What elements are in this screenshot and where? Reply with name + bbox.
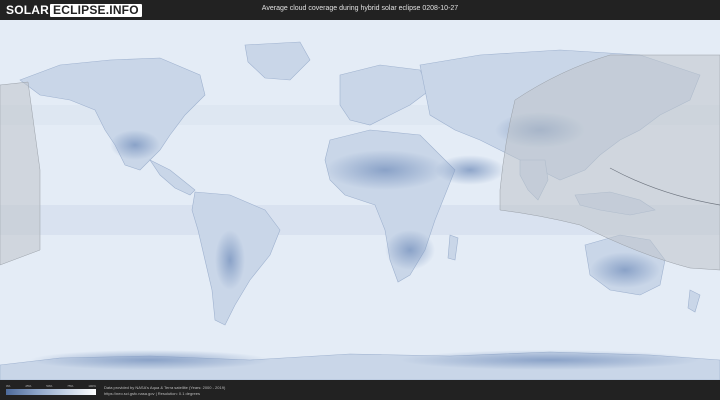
data-credits: Data provided by NASA's Aqua & Terra sat…	[104, 385, 225, 397]
legend-tick: 0%	[6, 384, 11, 388]
legend-ticks: 0% 25% 50% 75% 100%	[6, 384, 96, 388]
legend-gradient-bar	[6, 389, 96, 395]
arabia-clear-region	[435, 155, 505, 185]
south-america-clear-region	[215, 230, 245, 290]
legend-tick: 50%	[46, 384, 53, 388]
legend-tick: 75%	[67, 384, 74, 388]
page-title: Average cloud coverage during hybrid sol…	[261, 5, 459, 12]
credit-line-url[interactable]: https://neo.sci.gsfc.nasa.gov | Resoluti…	[104, 391, 225, 397]
southwest-us-clear-region	[110, 130, 160, 160]
legend-tick: 25%	[25, 384, 32, 388]
antarctic-clear-region-west	[30, 350, 270, 370]
antarctic-clear-region-east	[400, 350, 700, 370]
sahara-clear-region	[325, 150, 445, 190]
world-map-svg	[0, 20, 720, 380]
cloud-coverage-map	[0, 20, 720, 380]
top-bar: SOLAR ECLIPSE.INFO Average cloud coverag…	[0, 0, 720, 20]
footer-bar: 0% 25% 50% 75% 100% Data provided by NAS…	[0, 380, 720, 400]
australia-clear-region	[590, 252, 660, 288]
southern-africa-clear-region	[385, 230, 435, 270]
cloud-coverage-legend: 0% 25% 50% 75% 100%	[6, 384, 96, 395]
legend-tick: 100%	[88, 384, 96, 388]
